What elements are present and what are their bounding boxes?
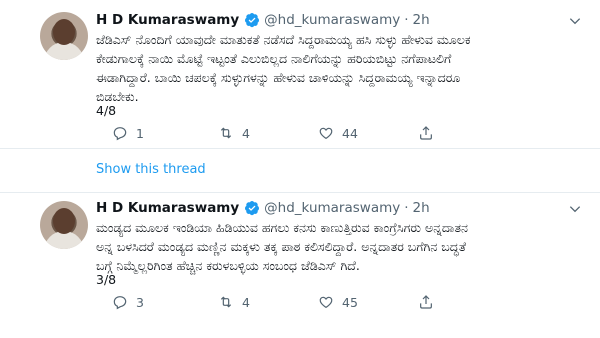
separator-dot: · bbox=[404, 12, 409, 28]
share-icon bbox=[420, 126, 432, 140]
tweet-timestamp[interactable]: 2h bbox=[413, 200, 430, 216]
chevron-down-icon[interactable] bbox=[568, 14, 582, 28]
thread-counter: 3/8 bbox=[96, 272, 117, 287]
tweet-text: ಮಂಡ್ಯದ ಮೂಲಕ ಇಂಡಿಯಾ ಹಿಡಿಯುವ ಹಗಲು ಕನಸು ಕಾಣ… bbox=[96, 220, 468, 273]
tweet-actions: 3 4 45 bbox=[112, 294, 532, 312]
like-count: 44 bbox=[342, 125, 358, 141]
tweet-text: ಜೆಡಿಎಸ್ ನೊಂದಿಗೆ ಯಾವುದೇ ಮಾತುಕತೆ ನಡೆಸದೆ ಸಿ… bbox=[96, 32, 471, 104]
like-icon bbox=[319, 127, 333, 140]
reply-icon bbox=[113, 296, 127, 310]
tweet-actions: 1 4 44 bbox=[112, 125, 532, 143]
avatar[interactable] bbox=[40, 12, 88, 60]
share-button[interactable] bbox=[418, 125, 442, 141]
author-name[interactable]: H D Kumaraswamy bbox=[96, 12, 239, 28]
tweet-header: H D Kumaraswamy @hd_kumaraswamy · 2h bbox=[96, 12, 430, 28]
like-button[interactable]: 44 bbox=[318, 125, 358, 141]
like-icon bbox=[319, 296, 333, 309]
reply-button[interactable]: 3 bbox=[112, 294, 144, 310]
tweet-4-of-8[interactable]: H D Kumaraswamy @hd_kumaraswamy · 2h ಜೆಡ… bbox=[0, 0, 600, 148]
chevron-down-icon[interactable] bbox=[568, 202, 582, 216]
share-icon bbox=[420, 295, 432, 309]
retweet-button[interactable]: 4 bbox=[218, 125, 250, 141]
like-button[interactable]: 45 bbox=[318, 294, 358, 310]
author-name[interactable]: H D Kumaraswamy bbox=[96, 200, 239, 216]
retweet-icon bbox=[220, 296, 232, 308]
tweet-header: H D Kumaraswamy @hd_kumaraswamy · 2h bbox=[96, 200, 430, 216]
retweet-count: 4 bbox=[242, 294, 250, 310]
author-handle[interactable]: @hd_kumaraswamy bbox=[264, 12, 400, 28]
retweet-count: 4 bbox=[242, 125, 250, 141]
author-handle[interactable]: @hd_kumaraswamy bbox=[264, 200, 400, 216]
tweet-3-of-8[interactable]: H D Kumaraswamy @hd_kumaraswamy · 2h ಮಂಡ… bbox=[0, 193, 600, 338]
divider bbox=[0, 148, 600, 149]
verified-badge-icon bbox=[245, 13, 260, 28]
reply-count: 1 bbox=[136, 125, 144, 141]
avatar[interactable] bbox=[40, 201, 88, 249]
verified-badge-icon bbox=[245, 201, 260, 216]
retweet-icon bbox=[220, 127, 232, 139]
share-button[interactable] bbox=[418, 294, 442, 310]
reply-icon bbox=[113, 127, 127, 141]
reply-count: 3 bbox=[136, 294, 144, 310]
retweet-button[interactable]: 4 bbox=[218, 294, 250, 310]
thread-counter: 4/8 bbox=[96, 103, 117, 118]
separator-dot: · bbox=[404, 200, 409, 216]
like-count: 45 bbox=[342, 294, 358, 310]
tweet-timestamp[interactable]: 2h bbox=[413, 12, 430, 28]
reply-button[interactable]: 1 bbox=[112, 125, 144, 141]
show-thread-link[interactable]: Show this thread bbox=[96, 162, 206, 177]
